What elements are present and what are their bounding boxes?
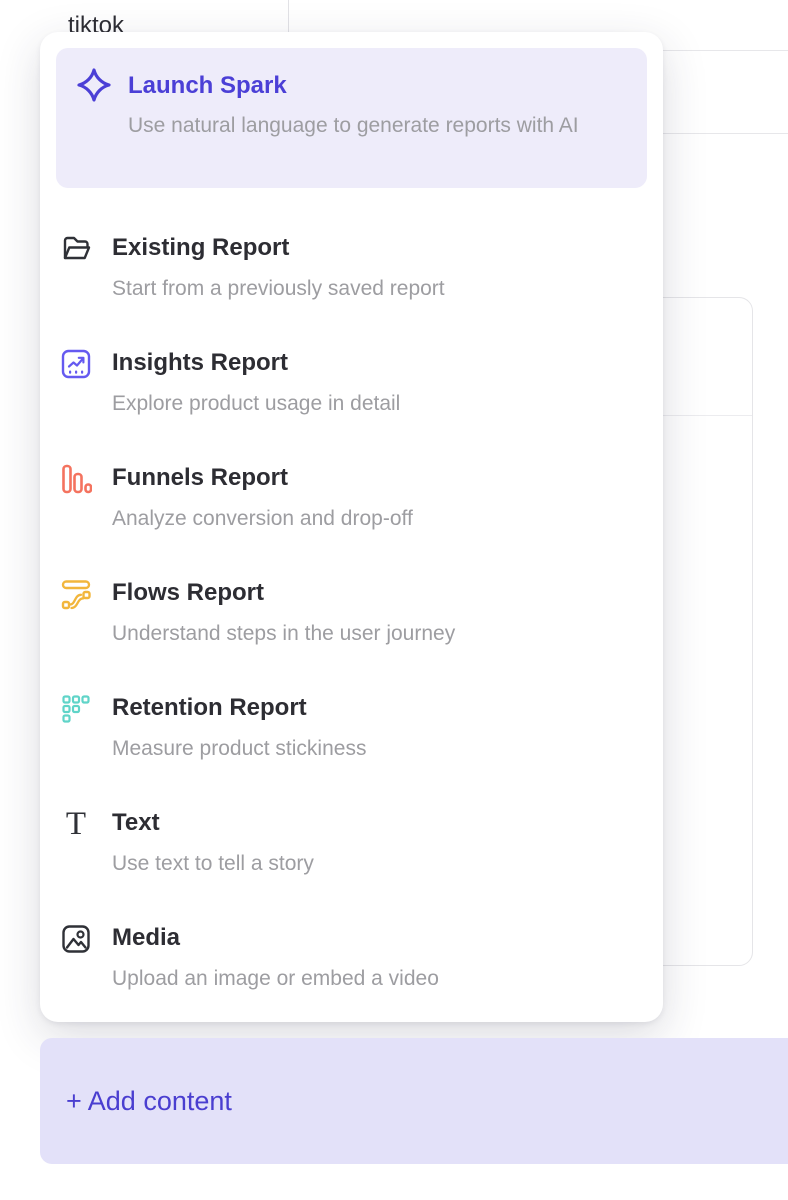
add-content-button[interactable]: + Add content xyxy=(40,1038,788,1164)
menu-item-funnels-report[interactable]: Funnels Report Analyze conversion and dr… xyxy=(56,463,647,533)
menu-item-insights-report[interactable]: Insights Report Explore product usage in… xyxy=(56,348,647,418)
media-image-icon xyxy=(60,923,92,955)
menu-item-title: Text xyxy=(112,808,314,838)
menu-item-title: Existing Report xyxy=(112,233,445,263)
menu-item-media[interactable]: Media Upload an image or embed a video xyxy=(56,923,647,993)
page: tiktok Launch Spark Use natural language… xyxy=(0,0,788,1200)
flows-path-icon xyxy=(60,578,92,610)
menu-item-description: Upload an image or embed a video xyxy=(112,965,439,993)
menu-item-title: Launch Spark xyxy=(128,71,579,101)
menu-item-title: Funnels Report xyxy=(112,463,413,493)
funnels-bars-icon xyxy=(60,463,92,495)
menu-item-launch-spark[interactable]: Launch Spark Use natural language to gen… xyxy=(56,48,647,188)
add-content-label: + Add content xyxy=(66,1086,232,1117)
add-content-menu: Launch Spark Use natural language to gen… xyxy=(40,32,663,1022)
retention-grid-icon xyxy=(60,693,92,725)
menu-item-description: Analyze conversion and drop-off xyxy=(112,505,413,533)
insights-chart-icon xyxy=(60,348,92,380)
menu-item-text[interactable]: T Text Use text to tell a story xyxy=(56,808,647,878)
menu-item-title: Insights Report xyxy=(112,348,400,378)
menu-item-description: Measure product stickiness xyxy=(112,735,366,763)
menu-item-description: Explore product usage in detail xyxy=(112,390,400,418)
menu-item-retention-report[interactable]: Retention Report Measure product stickin… xyxy=(56,693,647,763)
text-icon: T xyxy=(60,808,92,840)
menu-item-description: Start from a previously saved report xyxy=(112,275,445,303)
menu-item-flows-report[interactable]: Flows Report Understand steps in the use… xyxy=(56,578,647,648)
menu-item-title: Flows Report xyxy=(112,578,455,608)
menu-item-description: Understand steps in the user journey xyxy=(112,620,455,648)
background-column-divider xyxy=(288,0,289,34)
menu-item-title: Retention Report xyxy=(112,693,366,723)
menu-item-existing-report[interactable]: Existing Report Start from a previously … xyxy=(56,233,647,303)
menu-item-title: Media xyxy=(112,923,439,953)
menu-item-description: Use text to tell a story xyxy=(112,850,314,878)
folder-open-icon xyxy=(60,233,92,265)
menu-item-description: Use natural language to generate reports… xyxy=(128,110,579,142)
spark-icon xyxy=(76,67,112,103)
